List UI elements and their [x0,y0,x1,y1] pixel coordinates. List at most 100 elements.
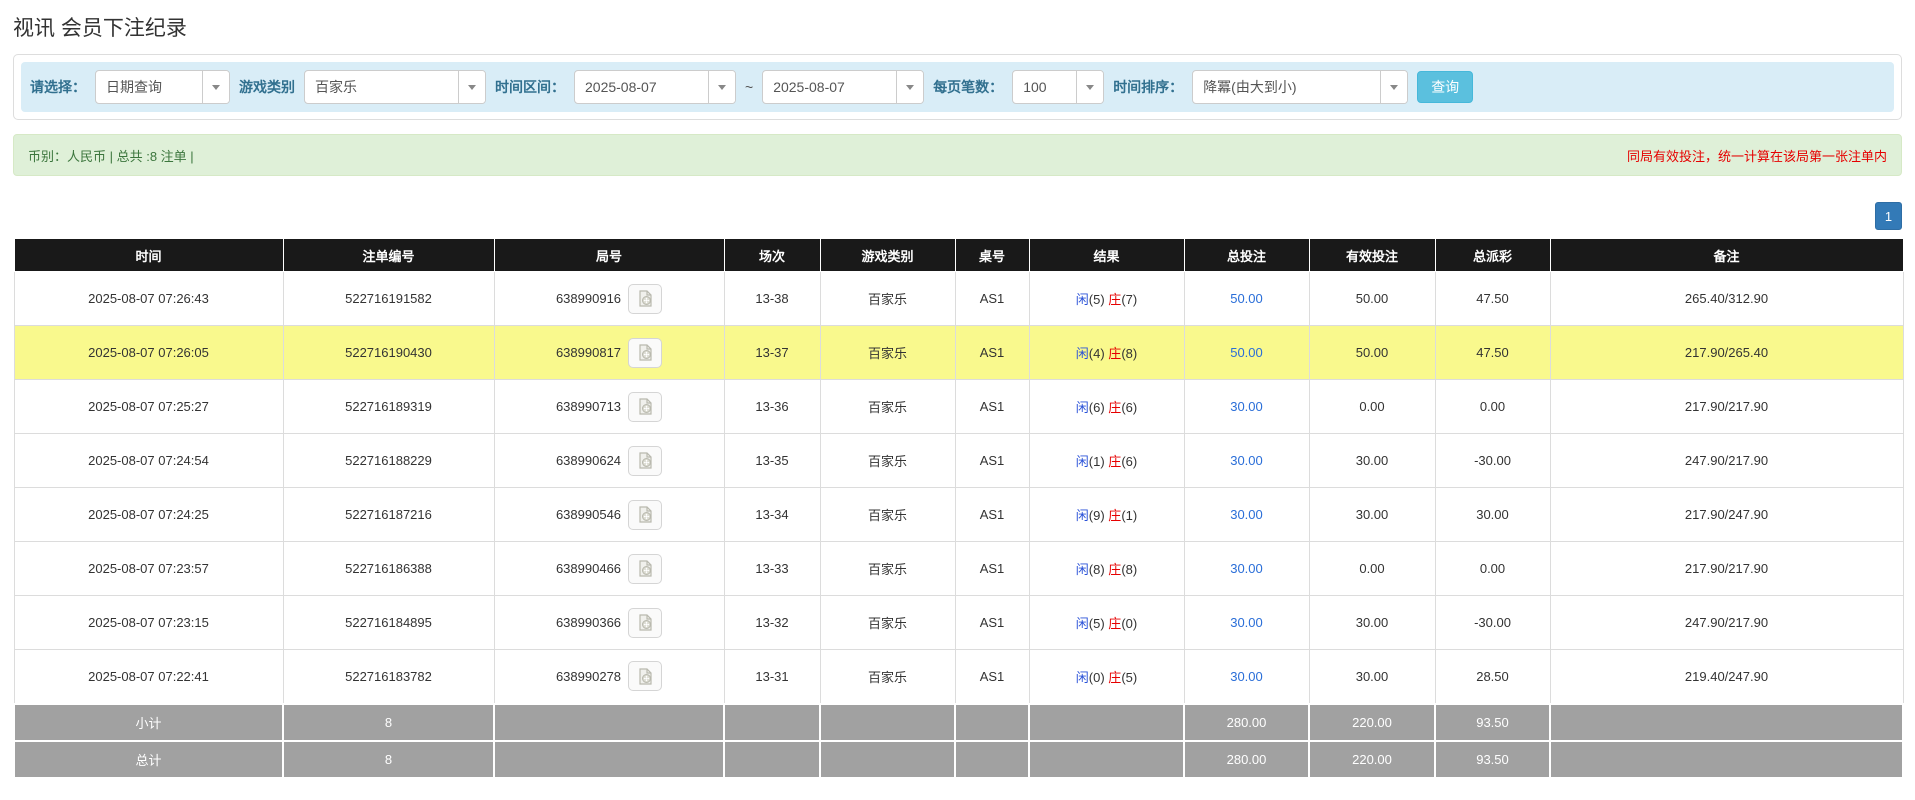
result-cell: 闲(4) 庄(8) [1029,326,1184,380]
banker-result: 庄 [1108,562,1121,577]
total-bet-cell: 30.00 [1184,434,1309,488]
result-cell: 闲(5) 庄(0) [1029,596,1184,650]
time-cell: 2025-08-07 07:26:43 [14,272,283,326]
column-header: 备注 [1550,239,1903,272]
banker-score: (8) [1121,346,1137,361]
player-score: (9) [1089,508,1109,523]
video-replay-icon[interactable] [628,284,662,314]
video-replay-icon[interactable] [628,500,662,530]
total-bet-link[interactable]: 50.00 [1230,345,1263,360]
player-result: 闲 [1076,454,1089,469]
game-type-select[interactable]: 百家乐 [304,70,486,104]
player-result: 闲 [1076,670,1089,685]
game-type-cell: 百家乐 [820,272,955,326]
page-size-label: 每页笔数： [933,77,1003,97]
banker-result: 庄 [1108,670,1121,685]
round-id: 638990546 [556,507,621,522]
time-cell: 2025-08-07 07:24:54 [14,434,283,488]
result-cell: 闲(9) 庄(1) [1029,488,1184,542]
range-separator: ~ [745,79,753,95]
banker-result: 庄 [1108,454,1121,469]
result-cell: 闲(8) 庄(8) [1029,542,1184,596]
totals-total-bet-cell: 280.00 [1184,741,1309,778]
game-type-cell: 百家乐 [820,596,955,650]
chevron-down-icon [458,71,485,103]
total-bet-cell: 30.00 [1184,380,1309,434]
sort-select[interactable]: 降冪(由大到小) [1192,70,1408,104]
chevron-down-icon [708,71,735,103]
player-result: 闲 [1076,292,1089,307]
filter-panel: 请选择： 日期查询 游戏类别 百家乐 时间区间： 2025-08-07 ~ 20… [13,54,1902,120]
empty-cell [724,704,820,741]
player-score: (8) [1089,562,1109,577]
table-row: 2025-08-07 07:23:15522716184895638990366… [14,596,1903,650]
column-header: 桌号 [955,239,1029,272]
banker-score: (6) [1121,400,1137,415]
remark-cell: 265.40/312.90 [1550,272,1903,326]
round-id: 638990817 [556,345,621,360]
valid-bet-cell: 30.00 [1309,596,1435,650]
valid-bet-cell: 30.00 [1309,488,1435,542]
total-bet-link[interactable]: 30.00 [1230,399,1263,414]
banker-result: 庄 [1108,616,1121,631]
video-replay-icon[interactable] [628,392,662,422]
empty-cell [820,704,955,741]
valid-bet-cell: 30.00 [1309,650,1435,704]
total-bet-cell: 30.00 [1184,542,1309,596]
search-button[interactable]: 查询 [1417,71,1473,103]
date-from-select[interactable]: 2025-08-07 [574,70,736,104]
total-bet-link[interactable]: 30.00 [1230,453,1263,468]
player-result: 闲 [1076,400,1089,415]
table-no-cell: AS1 [955,650,1029,704]
round-id: 638990713 [556,399,621,414]
session-cell: 13-34 [724,488,820,542]
totals-count-cell: 8 [283,741,494,778]
page-size-select[interactable]: 100 [1012,70,1104,104]
bet-id-cell: 522716186388 [283,542,494,596]
total-bet-link[interactable]: 30.00 [1230,507,1263,522]
currency-total-text: 币别：人民币 | 总共 :8 注单 | [28,146,194,165]
payout-cell: 28.50 [1435,650,1550,704]
banker-score: (8) [1121,562,1137,577]
banker-score: (7) [1121,292,1137,307]
page-title: 视讯 会员下注纪录 [13,12,1902,42]
game-type-label: 游戏类别 [239,77,295,97]
round-wrap: 638990817 [556,338,662,368]
empty-cell [955,704,1029,741]
total-bet-link[interactable]: 30.00 [1230,615,1263,630]
date-to-value: 2025-08-07 [763,71,896,103]
video-replay-icon[interactable] [628,661,662,691]
round-cell: 638990466 [494,542,724,596]
session-cell: 13-35 [724,434,820,488]
total-bet-link[interactable]: 50.00 [1230,291,1263,306]
game-type-cell: 百家乐 [820,650,955,704]
time-cell: 2025-08-07 07:26:05 [14,326,283,380]
video-replay-icon[interactable] [628,338,662,368]
table-row: 2025-08-07 07:24:25522716187216638990546… [14,488,1903,542]
page-number-button[interactable]: 1 [1875,202,1902,230]
total-bet-link[interactable]: 30.00 [1230,561,1263,576]
payout-cell: -30.00 [1435,596,1550,650]
total-bet-link[interactable]: 30.00 [1230,669,1263,684]
table-no-cell: AS1 [955,272,1029,326]
table-row: 2025-08-07 07:22:41522716183782638990278… [14,650,1903,704]
video-replay-icon[interactable] [628,608,662,638]
column-header: 结果 [1029,239,1184,272]
page-size-value: 100 [1013,71,1076,103]
banker-result: 庄 [1108,400,1121,415]
valid-bet-cell: 0.00 [1309,380,1435,434]
table-no-cell: AS1 [955,542,1029,596]
query-type-select[interactable]: 日期查询 [95,70,230,104]
filter-bar: 请选择： 日期查询 游戏类别 百家乐 时间区间： 2025-08-07 ~ 20… [21,62,1894,112]
session-cell: 13-38 [724,272,820,326]
time-cell: 2025-08-07 07:23:15 [14,596,283,650]
video-replay-icon[interactable] [628,446,662,476]
payout-cell: 0.00 [1435,542,1550,596]
payout-cell: 47.50 [1435,326,1550,380]
table-no-cell: AS1 [955,380,1029,434]
video-replay-icon[interactable] [628,554,662,584]
time-range-label: 时间区间： [495,77,565,97]
chevron-down-icon [1380,71,1407,103]
page: 视讯 会员下注纪录 请选择： 日期查询 游戏类别 百家乐 时间区间： 2025-… [0,0,1915,779]
date-to-select[interactable]: 2025-08-07 [762,70,924,104]
